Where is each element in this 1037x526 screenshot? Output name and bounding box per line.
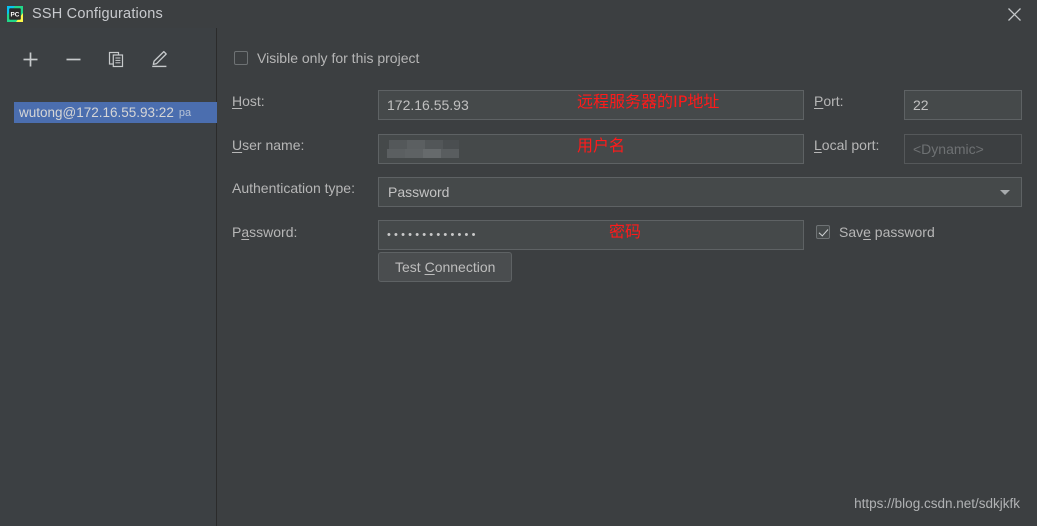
save-password-label-post: password [870, 224, 935, 240]
local-port-label-text: ocal port: [821, 137, 880, 153]
password-label-mnemonic: a [241, 224, 250, 240]
user-name-input[interactable] [378, 134, 804, 164]
test-connection-label-post: onnection [434, 259, 496, 275]
port-value: 22 [913, 97, 929, 113]
host-value: 172.16.55.93 [387, 97, 469, 113]
copy-icon[interactable] [106, 49, 126, 69]
auth-type-value: Password [388, 184, 450, 200]
save-password-checkbox[interactable] [816, 225, 830, 239]
sidebar-toolbar [0, 44, 217, 74]
add-configuration-button[interactable] [20, 49, 40, 69]
user-name-label-text: ser name: [242, 137, 305, 153]
ssh-configurations-dialog: PC SSH Configurations wutong@172.16.55.9… [0, 0, 1037, 526]
remove-configuration-button[interactable] [63, 49, 83, 69]
save-password-label-mnemonic: e [863, 224, 871, 240]
local-port-input[interactable]: <Dynamic> [904, 134, 1022, 164]
pencil-icon[interactable] [149, 49, 169, 69]
local-port-placeholder: <Dynamic> [913, 141, 984, 157]
host-input[interactable]: 172.16.55.93 [378, 90, 804, 120]
save-password-label-pre: Sav [839, 224, 864, 240]
user-name-label-mnemonic: U [232, 137, 243, 153]
port-label-mnemonic: P [814, 93, 824, 109]
password-label-post: ssword: [249, 224, 298, 240]
password-label-pre: P [232, 224, 242, 240]
watermark: https://blog.csdn.net/sdkjkfk [854, 496, 1020, 511]
visible-only-checkbox[interactable] [234, 51, 248, 65]
test-connection-label-pre: Test [395, 259, 425, 275]
local-port-label-mnemonic: L [814, 137, 822, 153]
host-label: Host: [232, 93, 392, 109]
title-bar: PC SSH Configurations [0, 0, 1037, 28]
visible-only-checkbox-row[interactable]: Visible only for this project [234, 50, 419, 66]
password-label: Password: [232, 224, 297, 240]
list-item-suffix: pa [178, 106, 192, 119]
svg-text:PC: PC [10, 12, 19, 19]
configurations-sidebar: wutong@172.16.55.93:22 pa [0, 28, 217, 526]
password-input[interactable]: ••••••••••••• [378, 220, 804, 250]
test-connection-mnemonic: C [424, 259, 435, 275]
auth-type-label: Authentication type: [232, 180, 355, 196]
password-value: ••••••••••••• [387, 229, 479, 241]
port-input[interactable]: 22 [904, 90, 1022, 120]
port-label: Port: [814, 93, 844, 109]
user-name-redacted-value [387, 140, 471, 158]
host-label-mnemonic: H [232, 93, 243, 109]
port-label-text: ort: [823, 93, 844, 109]
configuration-form: Visible only for this project Host: 172.… [218, 28, 1037, 526]
host-label-text: ost: [242, 93, 265, 109]
save-password-checkbox-row[interactable]: Save password [816, 224, 935, 240]
test-connection-button[interactable]: Test Connection [378, 252, 513, 282]
window-title: SSH Configurations [32, 6, 163, 22]
auth-type-label-text: Authentication type: [232, 180, 355, 196]
close-icon[interactable] [991, 0, 1037, 28]
user-name-label: User name: [232, 137, 304, 153]
visible-only-label: Visible only for this project [257, 50, 420, 66]
local-port-label: Local port: [814, 137, 879, 153]
chevron-down-icon [1000, 189, 1010, 195]
configurations-list[interactable]: wutong@172.16.55.93:22 pa [14, 102, 217, 123]
list-item-label: wutong@172.16.55.93:22 [19, 105, 174, 120]
pycharm-icon: PC [7, 6, 23, 22]
list-item[interactable]: wutong@172.16.55.93:22 pa [14, 102, 217, 123]
auth-type-select[interactable]: Password [378, 177, 1022, 207]
